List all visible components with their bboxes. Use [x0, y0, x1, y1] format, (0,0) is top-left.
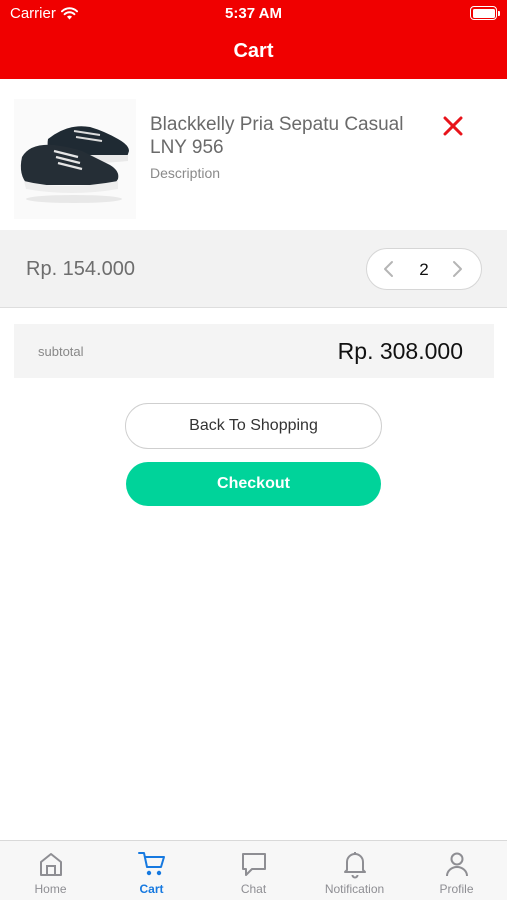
product-image[interactable] — [14, 99, 136, 219]
subtotal-label: subtotal — [38, 344, 84, 359]
close-icon — [443, 116, 463, 136]
cart-screen: Carrier 5:37 AM Cart Blackkelly Pria Sep… — [0, 0, 507, 900]
tab-home-label: Home — [34, 882, 67, 896]
chevron-right-icon — [453, 261, 462, 277]
unit-price: Rp. 154.000 — [26, 258, 135, 280]
header: Carrier 5:37 AM Cart — [0, 0, 507, 79]
quantity-stepper: 2 — [366, 248, 482, 290]
tab-profile[interactable]: Profile — [406, 841, 507, 900]
user-icon — [445, 852, 468, 877]
tab-cart-label: Cart — [139, 882, 164, 896]
remove-item-button[interactable] — [440, 113, 466, 139]
status-time: 5:37 AM — [225, 5, 282, 22]
tab-notification-label: Notification — [324, 882, 385, 896]
back-to-shopping-button[interactable]: Back To Shopping — [125, 403, 382, 449]
product-name[interactable]: Blackkelly Pria Sepatu Casual LNY 956 — [150, 113, 410, 159]
battery-icon — [470, 6, 500, 20]
cart-item: Blackkelly Pria Sepatu Casual LNY 956 De… — [0, 79, 507, 230]
tab-cart[interactable]: Cart — [101, 841, 202, 900]
cart-icon — [137, 852, 165, 876]
chat-icon — [241, 853, 266, 876]
subtotal-value: Rp. 308.000 — [337, 338, 463, 364]
home-icon — [39, 853, 62, 876]
tab-home[interactable]: Home — [0, 841, 101, 900]
bell-icon — [343, 852, 366, 879]
tab-bar: Home Cart Chat Notification Profile — [0, 840, 507, 900]
page-title: Cart — [233, 40, 274, 62]
status-bar: Carrier 5:37 AM — [0, 0, 507, 28]
product-description: Description — [150, 165, 221, 181]
tab-chat-label: Chat — [240, 882, 267, 896]
tab-chat[interactable]: Chat — [203, 841, 304, 900]
price-quantity-row: Rp. 154.000 2 — [0, 230, 507, 308]
checkout-button[interactable]: Checkout — [126, 462, 381, 506]
tab-notification[interactable]: Notification — [304, 841, 405, 900]
subtotal-box: subtotal Rp. 308.000 — [14, 324, 494, 378]
tab-profile-label: Profile — [439, 882, 474, 896]
increase-quantity-button[interactable] — [447, 259, 467, 279]
